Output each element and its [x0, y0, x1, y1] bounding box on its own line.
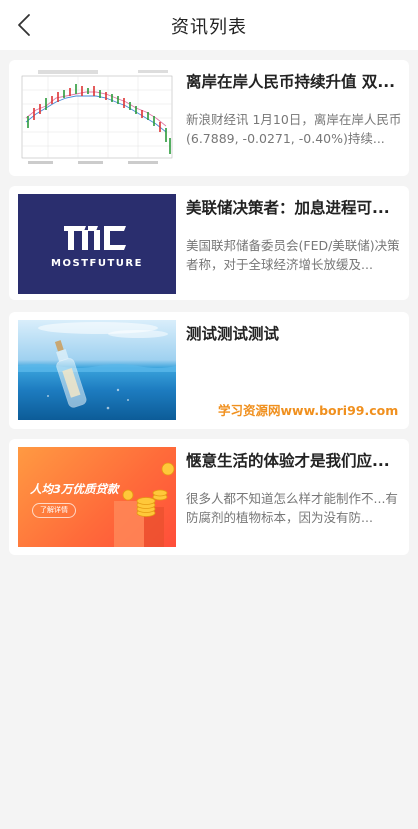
article-title: 美联储决策者：加息进程可...	[186, 199, 390, 217]
brand-logo-thumbnail: MOSTFUTURE	[18, 194, 176, 294]
article-title: 惬意生活的体验才是我们应...	[186, 452, 390, 470]
list-item[interactable]: 人均3万优质贷款 了解详情 惬意生活的体验才是我们应... 很多人都不知道怎么样…	[9, 439, 409, 555]
article-summary: 很多人都不知道怎么样才能制作不...有防腐剂的植物标本，因为没有防...	[186, 491, 398, 525]
list-item[interactable]: MOSTFUTURE 美联储决策者：加息进程可... 美国联邦储备委员会(FED…	[9, 186, 409, 300]
article-title: 离岸在岸人民币持续升值 双...	[186, 73, 396, 91]
header-bar: 资讯列表	[0, 0, 418, 50]
list-item[interactable]: 离岸在岸人民币持续升值 双... 新浪财经讯 1月10日，离岸在岸人民币(6.7…	[9, 60, 409, 176]
article-title: 测试测试测试	[186, 325, 280, 343]
article-summary: 美国联邦储备委员会(FED/美联储)决策者称，对于全球经济增长放缓及...	[186, 238, 400, 272]
stock-chart-thumbnail	[18, 68, 176, 168]
bottle-in-sea-thumbnail	[18, 320, 176, 420]
article-summary: 新浪财经讯 1月10日，离岸在岸人民币(6.7889, -0.0271, -0.…	[186, 112, 402, 146]
promo-headline: 人均3万优质贷款	[30, 482, 119, 496]
page-title: 资讯列表	[171, 17, 247, 38]
loan-promo-thumbnail: 人均3万优质贷款 了解详情	[18, 447, 176, 547]
promo-button: 了解详情	[32, 503, 76, 518]
brand-wordmark: MOSTFUTURE	[51, 258, 143, 269]
watermark: 学习资源网www.bori99.com	[218, 403, 399, 418]
